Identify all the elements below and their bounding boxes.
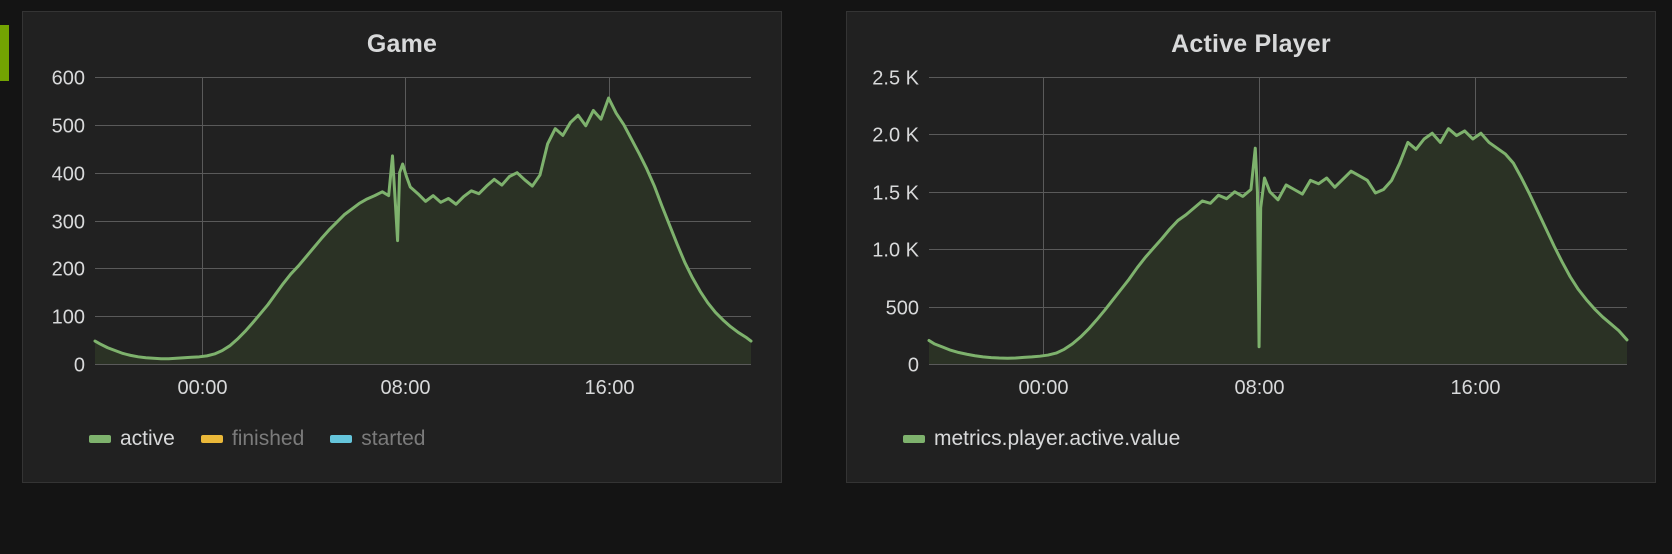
dashboard-root: Game 0 100 200 300 400 500 600 00:00 08:00 16:00 … — [0, 0, 1672, 554]
legend-series-label: started — [361, 427, 426, 450]
svg-text:0: 0 — [74, 355, 85, 377]
legend-item-metrics-player-active-value[interactable]: metrics.player.active.value — [903, 427, 1180, 451]
panel-legend: metrics.player.active.value — [847, 419, 1655, 459]
svg-text:100: 100 — [52, 307, 85, 329]
graph-canvas-active-player[interactable]: 0 500 1.0 K 1.5 K 2.0 K 2.5 K 00:00 08:00 16:00 — [847, 59, 1655, 419]
svg-text:200: 200 — [52, 259, 85, 281]
graph-svg: 0 100 200 300 400 500 600 00:00 08:00 16:00 — [52, 68, 753, 399]
panel-legend: active finished started — [23, 419, 781, 459]
legend-item-finished[interactable]: finished — [200, 427, 305, 451]
svg-text:1.0 K: 1.0 K — [872, 240, 919, 262]
legend-series-label: active — [120, 427, 175, 450]
graph-svg: 0 500 1.0 K 1.5 K 2.0 K 2.5 K 00:00 08:00 16:00 — [872, 68, 1629, 399]
graph-canvas-game[interactable]: 0 100 200 300 400 500 600 00:00 08:00 16:00 — [23, 59, 781, 419]
panel-active-player[interactable]: Active Player 0 500 1.0 K 1.5 K 2.0 K 2.5 K 00… — [846, 11, 1656, 483]
legend-series-label: finished — [231, 427, 305, 450]
panel-game[interactable]: Game 0 100 200 300 400 500 600 00:00 08:00 16:00 … — [22, 11, 782, 483]
svg-text:08:00: 08:00 — [1234, 377, 1284, 399]
legend-item-active[interactable]: active — [89, 427, 175, 451]
svg-text:00:00: 00:00 — [177, 377, 227, 399]
legend-color-swatch — [200, 435, 223, 443]
legend-item-started[interactable]: started — [330, 427, 425, 451]
svg-text:300: 300 — [52, 212, 85, 234]
legend-color-swatch — [903, 435, 925, 443]
svg-text:500: 500 — [886, 298, 919, 320]
svg-text:400: 400 — [52, 164, 85, 186]
svg-text:16:00: 16:00 — [1450, 377, 1500, 399]
svg-text:16:00: 16:00 — [584, 377, 634, 399]
row-accent-bar — [0, 25, 9, 81]
svg-text:0: 0 — [908, 355, 919, 377]
legend-color-swatch — [330, 435, 353, 443]
svg-text:00:00: 00:00 — [1018, 377, 1068, 399]
svg-text:2.5 K: 2.5 K — [872, 68, 919, 90]
legend-color-swatch — [89, 435, 111, 443]
panel-title: Active Player — [1171, 30, 1331, 58]
svg-text:500: 500 — [52, 116, 85, 138]
svg-text:1.5 K: 1.5 K — [872, 183, 919, 205]
panel-title: Game — [366, 30, 438, 58]
svg-text:2.0 K: 2.0 K — [872, 125, 919, 147]
legend-series-label: metrics.player.active.value — [934, 427, 1181, 450]
svg-text:08:00: 08:00 — [380, 377, 430, 399]
svg-text:600: 600 — [52, 68, 85, 90]
